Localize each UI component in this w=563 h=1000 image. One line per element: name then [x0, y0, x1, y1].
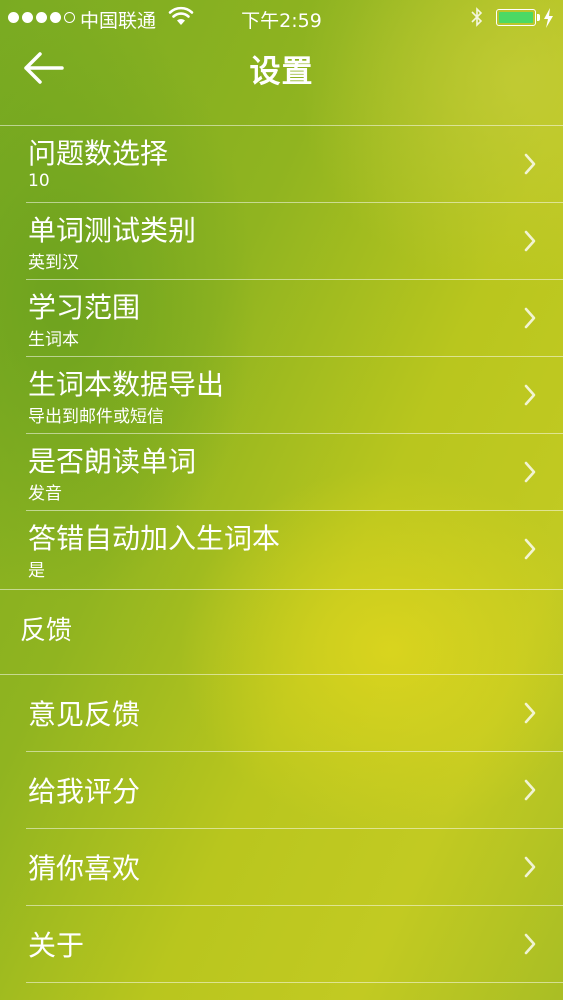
- feedback-item-rate[interactable]: 给我评分: [0, 751, 563, 828]
- bluetooth-icon: [471, 7, 483, 27]
- setting-value: 英到汉: [28, 253, 79, 273]
- setting-vocab-export[interactable]: 生词本数据导出 导出到邮件或短信: [0, 356, 563, 433]
- battery-tip: [537, 14, 540, 21]
- setting-word-test-type[interactable]: 单词测试类别 英到汉: [0, 202, 563, 279]
- feedback-item-title: 给我评分: [28, 775, 141, 808]
- page-title: 设置: [249, 54, 314, 90]
- battery-level: [499, 12, 533, 23]
- feedback-item-title: 意见反馈: [28, 698, 141, 731]
- chevron-right-icon: [524, 384, 536, 406]
- feedback-item-title: 关于: [28, 929, 85, 962]
- list-bottom-divider: [26, 982, 563, 983]
- setting-auto-add-vocab[interactable]: 答错自动加入生词本 是: [0, 510, 563, 587]
- feedback-item-title: 猜你喜欢: [28, 852, 141, 885]
- chevron-right-icon: [524, 933, 536, 955]
- setting-question-count[interactable]: 问题数选择 10: [0, 125, 563, 202]
- feedback-item-recommend[interactable]: 猜你喜欢: [0, 828, 563, 905]
- section-divider: [0, 589, 563, 590]
- chevron-right-icon: [524, 538, 536, 560]
- setting-title: 问题数选择: [28, 137, 169, 170]
- navigation-bar: 设置: [0, 36, 563, 106]
- chevron-right-icon: [524, 856, 536, 878]
- setting-title: 单词测试类别: [28, 214, 197, 247]
- chevron-right-icon: [524, 307, 536, 329]
- chevron-right-icon: [524, 779, 536, 801]
- feedback-item-about[interactable]: 关于: [0, 905, 563, 982]
- setting-value: 是: [28, 561, 45, 581]
- section-header-feedback: 反馈: [20, 616, 73, 646]
- setting-value: 10: [28, 171, 50, 191]
- chevron-right-icon: [524, 702, 536, 724]
- chevron-right-icon: [524, 153, 536, 175]
- charging-icon: [544, 8, 553, 28]
- chevron-right-icon: [524, 230, 536, 252]
- feedback-item-suggestions[interactable]: 意见反馈: [0, 674, 563, 751]
- chevron-right-icon: [524, 461, 536, 483]
- setting-read-aloud[interactable]: 是否朗读单词 发音: [0, 433, 563, 510]
- setting-title: 学习范围: [28, 291, 141, 324]
- setting-value: 发音: [28, 484, 62, 504]
- setting-value: 生词本: [28, 330, 79, 350]
- battery-icon: [496, 9, 536, 26]
- setting-title: 生词本数据导出: [28, 368, 225, 401]
- feedback-list: 意见反馈 给我评分 猜你喜欢 关于: [0, 674, 563, 982]
- settings-list: 问题数选择 10 单词测试类别 英到汉 学习范围 生词本 生词本数据导出 导出到…: [0, 125, 563, 587]
- setting-title: 是否朗读单词: [28, 445, 197, 478]
- setting-value: 导出到邮件或短信: [28, 407, 164, 427]
- setting-study-scope[interactable]: 学习范围 生词本: [0, 279, 563, 356]
- status-bar: 中国联通 下午2:59: [0, 0, 563, 36]
- setting-title: 答错自动加入生词本: [28, 522, 281, 555]
